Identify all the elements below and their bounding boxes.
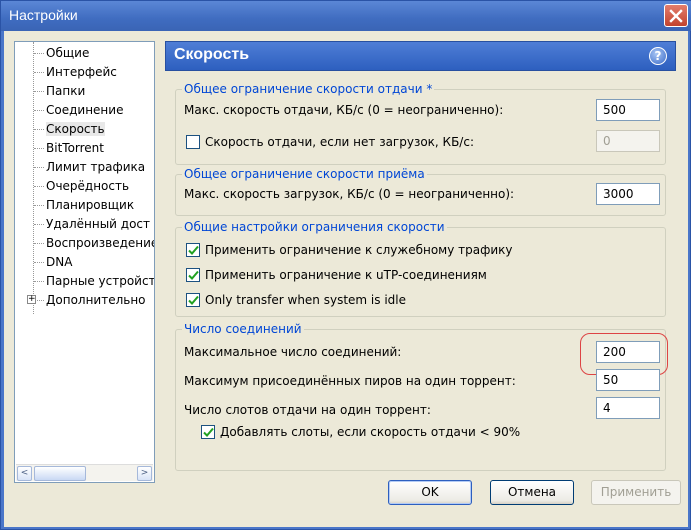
tree-connector: [34, 147, 44, 149]
tree-item-folders[interactable]: Папки: [15, 82, 85, 100]
panel-title: Скорость: [174, 46, 250, 63]
expand-icon[interactable]: +: [27, 295, 36, 304]
no-download-upload-label: Скорость отдачи, если нет загрузок, КБ/с…: [205, 135, 474, 149]
extra-slots-label: Добавлять слоты, если скорость отдачи < …: [220, 425, 521, 439]
tree-item-speed[interactable]: Скорость: [15, 120, 105, 138]
scroll-right-icon[interactable]: >: [137, 466, 152, 481]
tree-connector: [34, 261, 44, 263]
idle-checkbox[interactable]: [186, 293, 200, 307]
no-download-upload-input[interactable]: 0: [596, 130, 660, 152]
checkmark-icon: [188, 295, 199, 305]
extra-slots-checkbox[interactable]: [201, 425, 215, 439]
tree-item-label: Удалённый дост: [46, 217, 151, 231]
panel-header: Скорость ?: [165, 41, 676, 71]
tree-item-bittorrent[interactable]: BitTorrent: [15, 139, 104, 157]
tree-item-traffic-limit[interactable]: Лимит трафика: [15, 158, 145, 176]
title-bar[interactable]: Настройки: [1, 1, 691, 31]
max-connections-label: Максимальное число соединений:: [184, 345, 402, 359]
tree-item-interface[interactable]: Интерфейс: [15, 63, 117, 81]
tree-item-label: Лимит трафика: [46, 160, 146, 174]
checkmark-icon: [188, 270, 199, 280]
tree-connector: [34, 223, 44, 225]
tree-item-paired-devices[interactable]: Парные устройст: [15, 272, 155, 290]
tree-item-label: Воспроизведение: [46, 236, 155, 250]
group-legend: Общие настройки ограничения скорости: [182, 220, 447, 234]
tree-item-label: Планировщик: [46, 198, 135, 212]
tree-item-label: BitTorrent: [46, 141, 104, 155]
tree-item-label: Дополнительно: [46, 293, 146, 307]
window-title: Настройки: [9, 7, 78, 23]
tree-item-connection[interactable]: Соединение: [15, 101, 123, 119]
scroll-left-icon[interactable]: <: [17, 466, 32, 481]
tree-item-remote[interactable]: Удалённый дост: [15, 215, 150, 233]
tree-connector: [34, 109, 44, 111]
tree-connector: [34, 242, 44, 244]
max-peers-input[interactable]: 50: [596, 369, 660, 391]
tree-item-label: Скорость: [46, 122, 105, 136]
tree-item-scheduler[interactable]: Планировщик: [15, 196, 134, 214]
ok-button[interactable]: OK: [388, 480, 472, 505]
tree-connector: [34, 128, 44, 130]
tree-item-label: Папки: [46, 84, 86, 98]
dialog-body: Общие Интерфейс Папки Соединение Скорост…: [4, 31, 688, 527]
close-button[interactable]: [664, 4, 688, 27]
overhead-checkbox[interactable]: [186, 243, 200, 257]
group-legend: Общее ограничение скорости приёма: [182, 167, 427, 181]
upload-slots-input[interactable]: 4: [596, 397, 660, 419]
utp-checkbox[interactable]: [186, 268, 200, 282]
help-icon[interactable]: ?: [649, 47, 667, 65]
tree-connector: [34, 204, 44, 206]
speed-settings-panel: Скорость ? Общее ограничение скорости от…: [165, 41, 676, 483]
settings-window: Настройки Общие Интерфейс Папки Соединен…: [0, 0, 691, 530]
tree-item-label: Очерёдность: [46, 179, 130, 193]
tree-item-advanced[interactable]: + Дополнительно: [15, 291, 146, 309]
max-peers-label: Максимум присоединённых пиров на один то…: [184, 374, 516, 388]
no-download-upload-checkbox[interactable]: [186, 135, 200, 149]
max-download-input[interactable]: 3000: [596, 183, 660, 205]
tree-item-label: Общие: [46, 46, 90, 60]
tree-connector: [34, 52, 44, 54]
cancel-button[interactable]: Отмена: [490, 480, 574, 505]
max-upload-label: Макс. скорость отдачи, КБ/с (0 = неогран…: [184, 103, 504, 117]
max-upload-input[interactable]: 500: [596, 99, 660, 121]
group-legend: Общее ограничение скорости отдачи *: [182, 82, 435, 96]
utp-label: Применить ограничение к uTP-соединениям: [205, 268, 487, 282]
tree-item-dna[interactable]: DNA: [15, 253, 72, 271]
tree-connector: [34, 90, 44, 92]
tree-item-queueing[interactable]: Очерёдность: [15, 177, 129, 195]
tree-connector: [34, 185, 44, 187]
tree-connector: [34, 71, 44, 73]
tree-connector: [34, 280, 44, 282]
max-download-label: Макс. скорость загрузок, КБ/с (0 = неогр…: [184, 187, 515, 201]
settings-tree: Общие Интерфейс Папки Соединение Скорост…: [14, 41, 155, 483]
tree-item-label: Интерфейс: [46, 65, 117, 79]
apply-button[interactable]: Применить: [591, 480, 681, 505]
overhead-label: Применить ограничение к служебному трафи…: [205, 243, 513, 257]
max-connections-input[interactable]: 200: [596, 341, 660, 363]
scrollbar-thumb[interactable]: [34, 466, 86, 481]
group-legend: Число соединений: [182, 322, 304, 336]
tree-horizontal-scrollbar[interactable]: < >: [16, 464, 153, 481]
checkmark-icon: [203, 427, 214, 437]
upload-limit-group: Общее ограничение скорости отдачи *: [175, 82, 666, 165]
idle-label: Only transfer when system is idle: [205, 293, 406, 307]
upload-slots-label: Число слотов отдачи на один торрент:: [184, 403, 431, 417]
checkmark-icon: [188, 245, 199, 255]
tree-item-general[interactable]: Общие: [15, 44, 89, 62]
tree-item-label: Парные устройст: [46, 274, 155, 288]
tree-item-label: Соединение: [46, 103, 124, 117]
tree-connector: [34, 166, 44, 168]
tree-item-playback[interactable]: Воспроизведение: [15, 234, 155, 252]
tree-item-label: DNA: [46, 255, 73, 269]
close-icon: [669, 8, 683, 23]
